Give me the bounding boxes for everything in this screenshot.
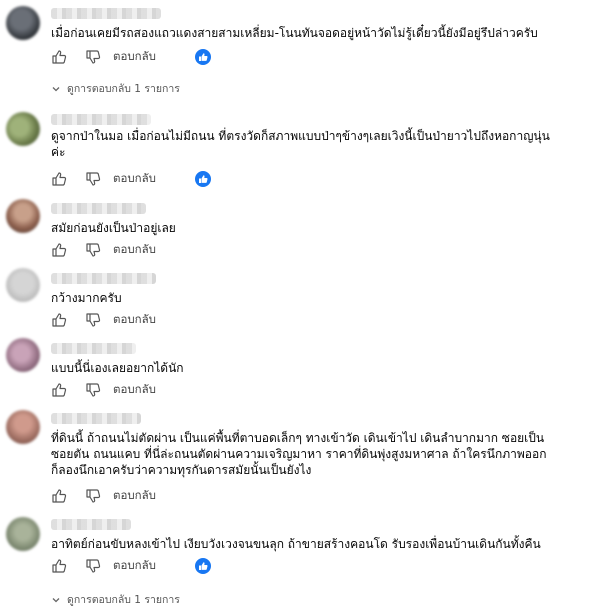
avatar[interactable]	[6, 410, 40, 444]
like-reaction-icon[interactable]	[195, 558, 211, 574]
view-replies-label: ดูการตอบกลับ 1 รายการ	[67, 83, 180, 95]
thumbs-down-icon[interactable]	[85, 171, 101, 187]
thumbs-up-icon[interactable]	[51, 242, 67, 258]
commenter-name[interactable]	[51, 343, 136, 354]
commenter-name[interactable]	[51, 114, 151, 125]
reply-button[interactable]: ตอบกลับ	[113, 311, 156, 329]
reply-button[interactable]: ตอบกลับ	[113, 48, 156, 66]
like-reaction-icon[interactable]	[195, 49, 211, 65]
commenter-name[interactable]	[51, 273, 156, 284]
thumbs-down-icon[interactable]	[85, 382, 101, 398]
thumbs-down-icon[interactable]	[85, 488, 101, 504]
comment-actions: ตอบกลับ	[51, 169, 156, 189]
commenter-name[interactable]	[51, 413, 141, 424]
thumbs-down-icon[interactable]	[85, 312, 101, 328]
comment-text: ที่ดินนี้ ถ้าถนนไม่ตัดผ่าน เป็นแค่พื้นที…	[51, 431, 547, 477]
avatar[interactable]	[6, 6, 40, 40]
thumbs-up-icon[interactable]	[51, 488, 67, 504]
view-replies-label: ดูการตอบกลับ 1 รายการ	[67, 594, 180, 606]
thumbs-up-icon[interactable]	[51, 312, 67, 328]
comment-actions: ตอบกลับ	[51, 380, 156, 400]
thumbs-up-icon[interactable]	[51, 382, 67, 398]
like-reaction-icon[interactable]	[195, 171, 211, 187]
comment-actions: ตอบกลับ	[51, 240, 156, 260]
avatar[interactable]	[6, 112, 40, 146]
commenter-name[interactable]	[51, 519, 131, 530]
view-replies-link[interactable]: ดูการตอบกลับ 1 รายการ	[51, 80, 180, 97]
chevron-down-icon	[52, 597, 60, 602]
thumbs-up-icon[interactable]	[51, 49, 67, 65]
comment-actions: ตอบกลับ	[51, 486, 156, 506]
comment-text: เมื่อก่อนเคยมีรถสองแถวแดงสายสามเหลี่ยม-โ…	[51, 26, 538, 40]
reply-button[interactable]: ตอบกลับ	[113, 381, 156, 399]
comment-text: สมัยก่อนยังเป็นป่าอยู่เลย	[51, 221, 176, 235]
chevron-down-icon	[52, 86, 60, 91]
comment-actions: ตอบกลับ	[51, 47, 156, 67]
commenter-name[interactable]	[51, 203, 146, 214]
comment-text: แบบนี้นี่เองเลยอยากได้นัก	[51, 361, 184, 375]
thumbs-up-icon[interactable]	[51, 558, 67, 574]
avatar[interactable]	[6, 268, 40, 302]
thumbs-down-icon[interactable]	[85, 49, 101, 65]
thumbs-up-icon[interactable]	[51, 171, 67, 187]
reply-button[interactable]: ตอบกลับ	[113, 487, 156, 505]
comment-text: ดูจากป่าในมอ เมื่อก่อนไม่มีถนน ที่ตรงวัด…	[51, 129, 550, 159]
avatar[interactable]	[6, 338, 40, 372]
avatar[interactable]	[6, 199, 40, 233]
comment-actions: ตอบกลับ	[51, 556, 156, 576]
reply-button[interactable]: ตอบกลับ	[113, 557, 156, 575]
commenter-name[interactable]	[51, 8, 161, 19]
comment-actions: ตอบกลับ	[51, 310, 156, 330]
reply-button[interactable]: ตอบกลับ	[113, 170, 156, 188]
reply-button[interactable]: ตอบกลับ	[113, 241, 156, 259]
comment-text: อาทิตย์ก่อนขับหลงเข้าไป เงียบวังเวงจนขนล…	[51, 537, 541, 551]
thumbs-down-icon[interactable]	[85, 242, 101, 258]
avatar[interactable]	[6, 517, 40, 551]
comment-text: กว้างมากครับ	[51, 291, 122, 305]
view-replies-link[interactable]: ดูการตอบกลับ 1 รายการ	[51, 591, 180, 608]
thumbs-down-icon[interactable]	[85, 558, 101, 574]
